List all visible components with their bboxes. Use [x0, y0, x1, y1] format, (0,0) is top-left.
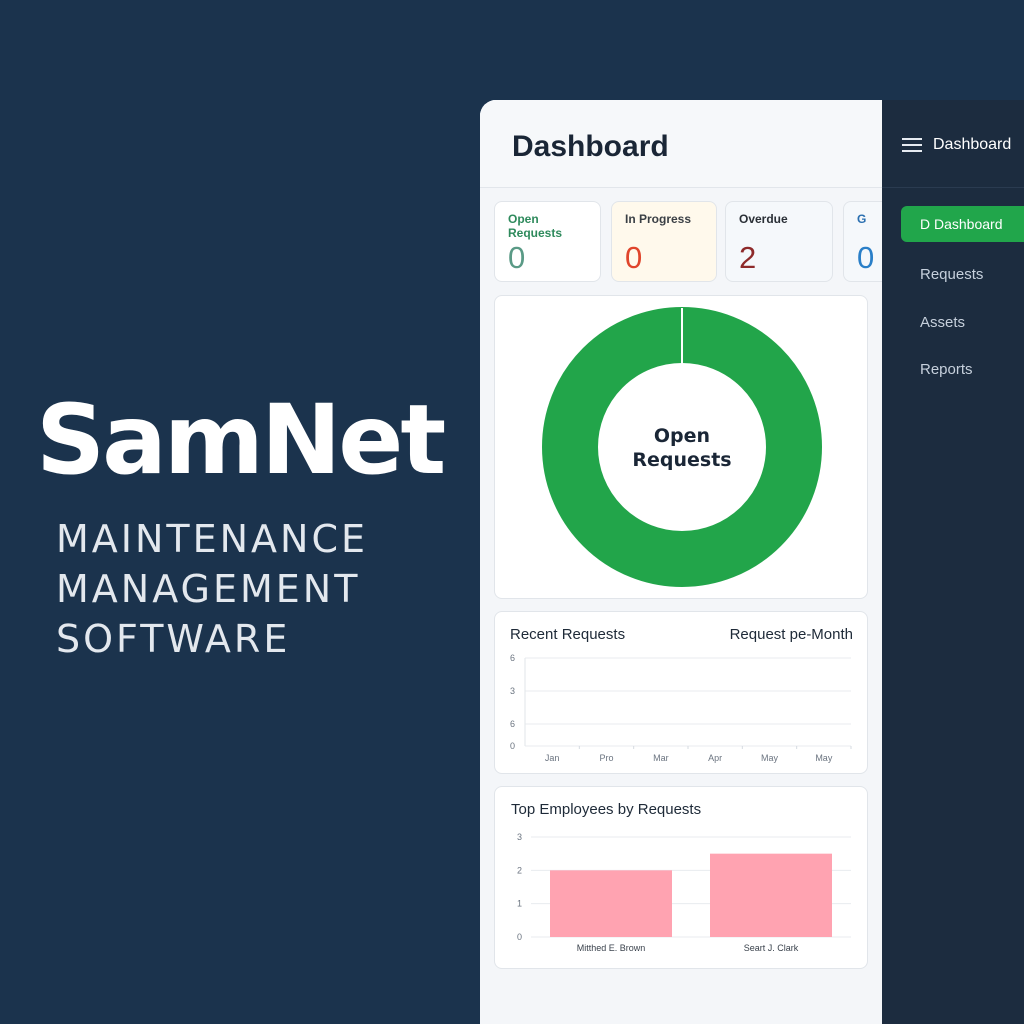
x-tick-label: Jan — [545, 753, 560, 763]
hamburger-menu-icon[interactable] — [902, 138, 922, 152]
stat-label: Open Requests — [508, 212, 563, 240]
donut-label-line: Open — [653, 425, 711, 447]
bar — [710, 853, 832, 937]
main-content: Dashboard Open Requests 0 In Progress 0 … — [480, 100, 883, 1024]
page-title: Dashboard — [512, 130, 669, 163]
brand-tagline: MAINTENANCE MANAGEMENT SOFTWARE — [56, 514, 443, 664]
donut-label-line: Requests — [632, 449, 732, 471]
sidebar: Dashboard D Dashboard Requests Assets Re… — [882, 100, 1024, 1024]
sidebar-title: Dashboard — [933, 136, 1012, 153]
recent-requests-card: Recent Requests Request pe-Month 6 3 6 0 Jan… — [494, 611, 868, 774]
stat-label: In Progress — [625, 212, 692, 226]
stat-card-in-progress[interactable]: In Progress 0 — [611, 201, 717, 282]
x-tick-label: Mar — [653, 753, 669, 763]
stat-label: Overdue — [739, 212, 788, 226]
y-tick-label: 0 — [517, 932, 522, 942]
stat-value: 0 — [857, 240, 875, 275]
y-tick-label: 3 — [510, 686, 515, 696]
tagline-line: MAINTENANCE — [56, 517, 369, 561]
x-tick-label: Apr — [708, 753, 722, 763]
y-tick-label: 6 — [510, 653, 515, 663]
y-tick-label: 6 — [510, 719, 515, 729]
sidebar-header: Dashboard — [882, 100, 1024, 188]
x-tick-label: Mitthed E. Brown — [577, 943, 646, 953]
stat-card-overdue[interactable]: Overdue 2 — [725, 201, 833, 282]
stat-value: 2 — [739, 240, 757, 275]
stat-card-open-requests[interactable]: Open Requests 0 — [494, 201, 601, 282]
sidebar-item-label: D Dashboard — [920, 216, 1003, 232]
brand-name: SamNet — [36, 384, 446, 496]
x-tick-label: Seart J. Clark — [744, 943, 799, 953]
bar — [550, 870, 672, 937]
sidebar-item-requests[interactable]: Requests — [920, 266, 983, 283]
donut-center-label: Open Requests — [582, 424, 782, 472]
sidebar-item-assets[interactable]: Assets — [920, 314, 965, 331]
tagline-line: MANAGEMENT — [56, 567, 361, 611]
top-employees-card: Top Employees by Requests 3 2 1 0 Mitthed E.… — [494, 786, 868, 969]
y-tick-label: 0 — [510, 741, 515, 751]
stat-label: G — [857, 212, 867, 226]
stat-value: 0 — [508, 240, 526, 275]
brand-block: SamNet MAINTENANCE MANAGEMENT SOFTWARE — [36, 384, 446, 664]
stat-card-partial[interactable]: G 0 — [843, 201, 883, 282]
x-tick-label: May — [761, 753, 779, 763]
x-tick-label: Pro — [599, 753, 613, 763]
x-tick-label: May — [815, 753, 833, 763]
app-window: Dashboard Open Requests 0 In Progress 0 … — [480, 100, 1024, 1024]
tagline-line: SOFTWARE — [56, 617, 291, 661]
stat-value: 0 — [625, 240, 643, 275]
y-tick-label: 1 — [517, 899, 522, 909]
page-header: Dashboard — [480, 100, 882, 188]
y-tick-label: 2 — [517, 865, 522, 875]
top-employees-bar-chart: 3 2 1 0 Mitthed E. Brown Seart J. Clark — [517, 832, 851, 953]
open-requests-donut-card: Open Requests — [494, 295, 868, 599]
sidebar-item-reports[interactable]: Reports — [920, 361, 973, 378]
requests-per-month-chart: 6 3 6 0 Jan Pro Mar Apr May May — [510, 653, 852, 763]
y-tick-label: 3 — [517, 832, 522, 842]
sidebar-item-dashboard[interactable]: D Dashboard — [901, 206, 1024, 242]
